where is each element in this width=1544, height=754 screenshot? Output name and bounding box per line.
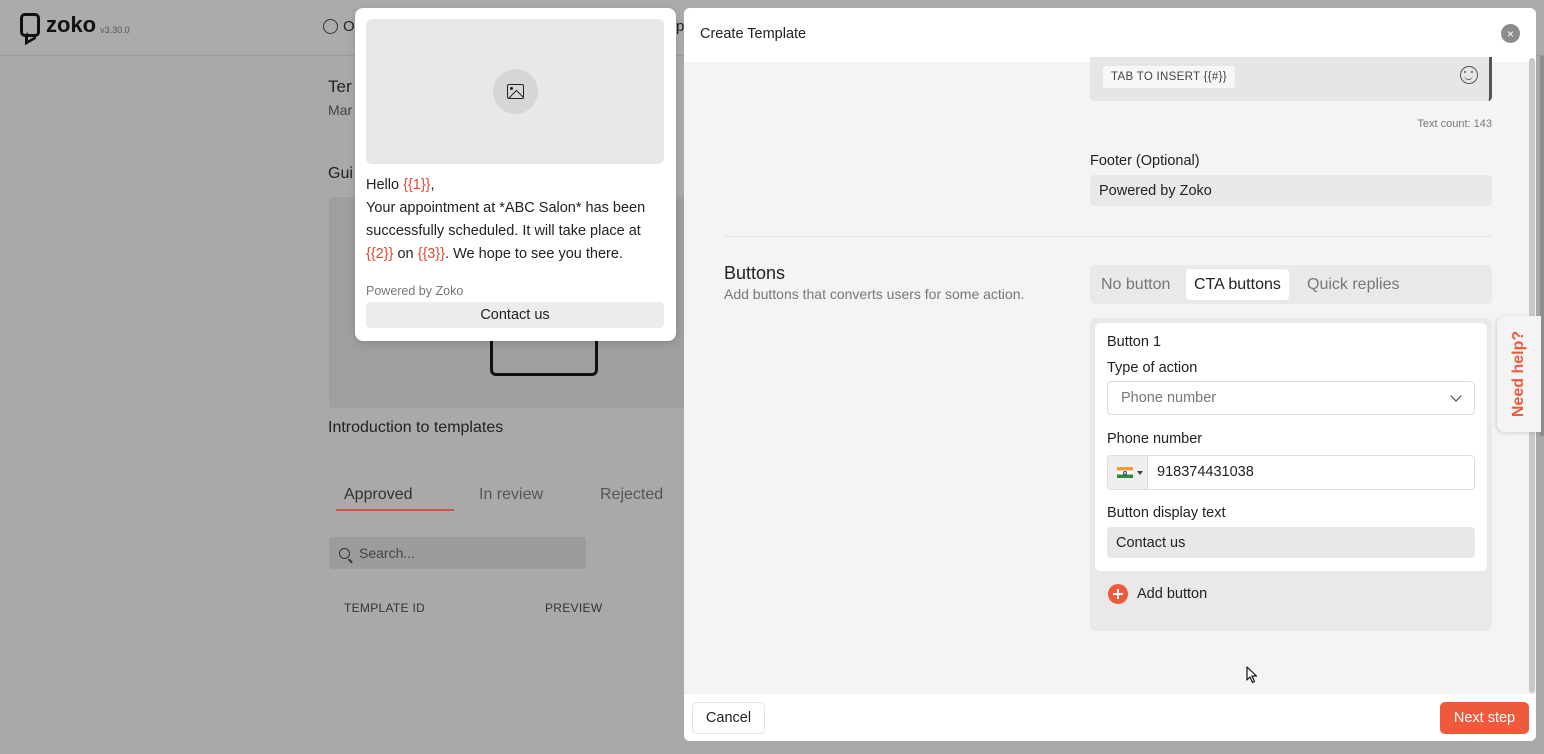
tab-in-review[interactable]: In review xyxy=(479,486,543,504)
create-template-modal: Create Template × TAB TO INSERT {{#}} Te… xyxy=(684,8,1536,741)
option-no-button[interactable]: No button xyxy=(1093,269,1178,300)
close-icon[interactable]: × xyxy=(1501,24,1520,43)
modal-body: TAB TO INSERT {{#}} Text count: 143 Foot… xyxy=(684,57,1536,693)
option-quick-replies[interactable]: Quick replies xyxy=(1299,269,1407,300)
footer-input[interactable]: Powered by Zoko xyxy=(1090,175,1492,206)
section-divider xyxy=(724,236,1492,237)
cta-buttons-section: Button 1 Type of action Phone number Pho… xyxy=(1090,318,1492,631)
app-version: v3.30.0 xyxy=(100,25,130,35)
tab-to-insert-chip[interactable]: TAB TO INSERT {{#}} xyxy=(1103,66,1235,88)
preview-footer: Powered by Zoko xyxy=(366,284,464,298)
type-of-action-value: Phone number xyxy=(1121,390,1217,406)
logo: zoko v3.30.0 xyxy=(20,13,130,37)
phone-number-field[interactable]: 918374431038 xyxy=(1107,455,1475,490)
template-preview-card: Hello {{1}}, Your appointment at *ABC Sa… xyxy=(355,8,676,341)
cancel-button[interactable]: Cancel xyxy=(692,702,765,734)
buttons-section-title: Buttons xyxy=(724,263,786,283)
emoji-icon[interactable] xyxy=(1460,66,1478,84)
modal-title: Create Template xyxy=(700,26,807,42)
plus-circle-icon xyxy=(1108,584,1128,604)
zoko-logo-icon xyxy=(20,13,40,37)
preview-cta-button: Contact us xyxy=(366,302,664,328)
country-code-select[interactable] xyxy=(1108,456,1148,489)
template-search[interactable]: Search... xyxy=(329,537,586,569)
india-flag-icon xyxy=(1117,467,1133,478)
page-title: Ter xyxy=(328,77,352,96)
radio-icon[interactable] xyxy=(323,19,338,34)
type-of-action-select[interactable]: Phone number xyxy=(1107,381,1475,415)
chevron-down-icon xyxy=(1450,390,1462,402)
preview-media-placeholder xyxy=(366,19,664,164)
button-card-title: Button 1 xyxy=(1107,334,1162,350)
phone-number-label: Phone number xyxy=(1107,431,1203,447)
tab-rejected[interactable]: Rejected xyxy=(600,486,663,504)
column-template-id: TEMPLATE ID xyxy=(344,601,426,615)
text-count: Text count: 143 xyxy=(1417,118,1492,130)
topbar-label: O xyxy=(343,18,355,35)
column-preview: PREVIEW xyxy=(545,601,603,615)
search-placeholder: Search... xyxy=(359,545,416,561)
button-type-selector: No button CTA buttons Quick replies xyxy=(1090,265,1492,304)
button-display-text-input[interactable]: Contact us xyxy=(1107,527,1475,558)
image-icon xyxy=(493,69,538,114)
need-help-label: Need help? xyxy=(1510,330,1527,418)
footer-label: Footer (Optional) xyxy=(1090,153,1200,169)
option-cta-buttons[interactable]: CTA buttons xyxy=(1186,269,1289,300)
need-help-tab[interactable]: Need help? xyxy=(1497,316,1541,432)
guide-heading: Gui xyxy=(328,165,353,182)
active-tab-indicator xyxy=(336,509,454,511)
type-of-action-label: Type of action xyxy=(1107,360,1198,376)
page-subtitle: Mar xyxy=(328,102,353,118)
search-icon xyxy=(339,547,350,559)
logo-text: zoko xyxy=(46,12,97,37)
preview-message-body: Hello {{1}}, Your appointment at *ABC Sa… xyxy=(366,177,646,262)
modal-header: Create Template × xyxy=(684,8,1536,62)
button-1-card: Button 1 Type of action Phone number Pho… xyxy=(1095,323,1487,571)
next-step-button[interactable]: Next step xyxy=(1440,702,1529,734)
modal-footer: Cancel Next step xyxy=(684,693,1536,741)
button-display-text-label: Button display text xyxy=(1107,505,1226,521)
tab-approved[interactable]: Approved xyxy=(344,486,413,504)
buttons-section-description: Add buttons that converts users for some… xyxy=(724,286,1025,302)
guide-caption: Introduction to templates xyxy=(328,419,504,436)
caret-down-icon xyxy=(1137,471,1143,475)
add-button-label: Add button xyxy=(1137,586,1208,602)
add-button[interactable]: Add button xyxy=(1108,584,1207,604)
body-text-editor[interactable]: TAB TO INSERT {{#}} xyxy=(1090,57,1492,101)
phone-number-value: 918374431038 xyxy=(1157,464,1254,480)
